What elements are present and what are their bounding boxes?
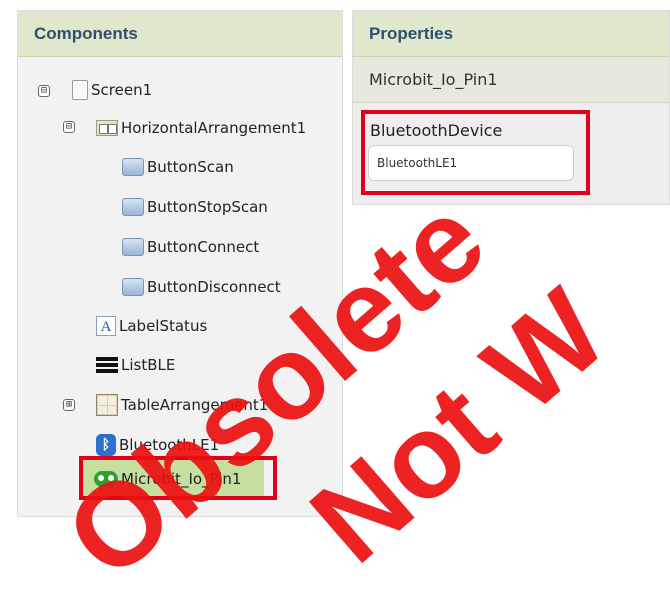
tree-item-label-status[interactable]: A LabelStatus — [96, 311, 207, 341]
horizontal-arrangement-icon — [96, 120, 118, 136]
tree-item-button-scan[interactable]: ButtonScan — [122, 152, 234, 182]
tree-item-horizontal-arrangement1[interactable]: HorizontalArrangement1 — [96, 113, 306, 143]
properties-panel: Properties Microbit_Io_Pin1 BluetoothDev… — [352, 10, 670, 205]
tree-item-label: LabelStatus — [119, 317, 208, 335]
tree-item-table-arrangement1[interactable]: TableArrangement1 — [96, 390, 268, 420]
collapse-toggle-horizontal-arrangement[interactable]: ⊟ — [63, 121, 75, 133]
button-icon — [122, 158, 144, 176]
tree-item-bluetooth-le1[interactable]: ᛒ BluetoothLE1 — [96, 430, 219, 460]
collapse-toggle-screen1[interactable]: ⊟ — [38, 85, 50, 97]
bluetooth-device-picker[interactable]: BluetoothLE1 — [368, 145, 574, 181]
tree-item-label: ButtonConnect — [147, 238, 260, 256]
tree-item-button-stop-scan[interactable]: ButtonStopScan — [122, 192, 268, 222]
button-icon — [122, 198, 144, 216]
label-icon: A — [96, 316, 116, 336]
selected-component-name: Microbit_Io_Pin1 — [353, 57, 669, 103]
bluetooth-icon: ᛒ — [96, 434, 116, 456]
tree-item-label: ButtonStopScan — [147, 198, 268, 216]
table-arrangement-icon — [96, 394, 118, 416]
tree-item-microbit-io-pin1[interactable]: Microbit_Io_Pin1 — [82, 460, 264, 498]
tree-item-label: TableArrangement1 — [121, 396, 269, 414]
components-header: Components — [18, 11, 342, 57]
screen-icon — [72, 80, 88, 100]
tree-item-list-ble[interactable]: ListBLE — [96, 350, 175, 380]
tree-item-button-connect[interactable]: ButtonConnect — [122, 232, 259, 262]
tree-item-label: ButtonDisconnect — [147, 278, 281, 296]
tree-item-screen1[interactable]: Screen1 — [72, 75, 152, 105]
property-label-bluetooth-device: BluetoothDevice — [370, 121, 503, 140]
expand-toggle-table-arrangement[interactable]: ⊞ — [63, 399, 75, 411]
properties-header: Properties — [353, 11, 669, 57]
components-panel: Components ⊟ Screen1 ⊟ HorizontalArrange… — [17, 10, 343, 517]
tree-item-label: ListBLE — [121, 356, 176, 374]
tree-item-button-disconnect[interactable]: ButtonDisconnect — [122, 272, 281, 302]
button-icon — [122, 278, 144, 296]
list-view-icon — [96, 356, 118, 374]
tree-item-label: ButtonScan — [147, 158, 234, 176]
microbit-icon — [94, 471, 118, 487]
tree-item-label: HorizontalArrangement1 — [121, 119, 307, 137]
tree-item-label: Microbit_Io_Pin1 — [121, 470, 242, 488]
button-icon — [122, 238, 144, 256]
tree-item-label: BluetoothLE1 — [119, 436, 220, 454]
tree-item-label: Screen1 — [91, 81, 153, 99]
